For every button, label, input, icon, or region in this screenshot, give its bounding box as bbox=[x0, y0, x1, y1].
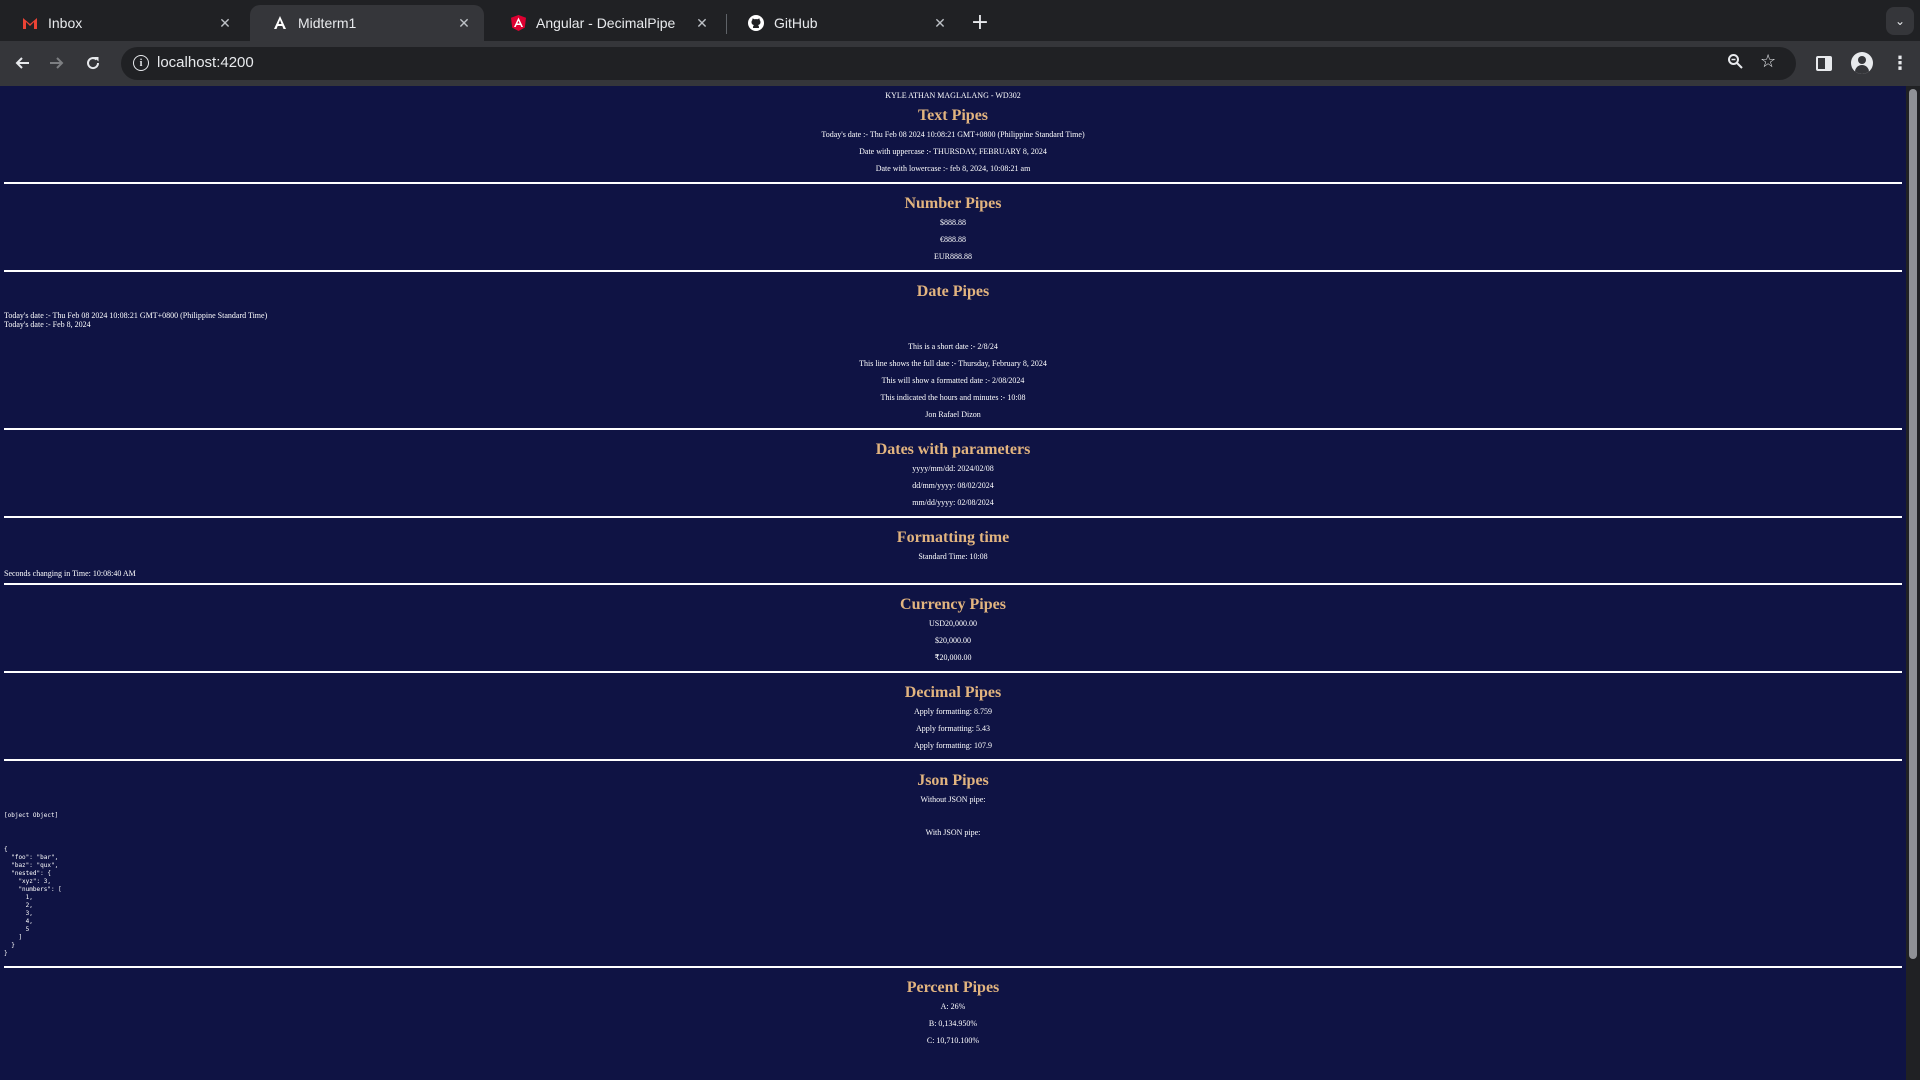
date-pipe-line: This is a short date :- 2/8/24 bbox=[908, 342, 998, 351]
back-button[interactable] bbox=[7, 48, 37, 78]
close-icon[interactable]: ✕ bbox=[694, 15, 710, 31]
site-info-icon[interactable]: i bbox=[133, 55, 149, 71]
seconds-time-line: Seconds changing in Time: 10:08:40 AM bbox=[4, 569, 136, 578]
text-pipes-heading: Text Pipes bbox=[917, 107, 989, 124]
forward-button[interactable] bbox=[42, 48, 72, 78]
text-pipe-line: Date with uppercase :- THURSDAY, FEBRUAR… bbox=[859, 147, 1047, 156]
currency-pipes-heading: Currency Pipes bbox=[900, 596, 1006, 613]
close-icon[interactable]: ✕ bbox=[217, 15, 233, 31]
date-pipe-left-line: Today's date :- Feb 8, 2024 bbox=[4, 320, 91, 329]
decimal-pipe-line: Apply formatting: 5.43 bbox=[916, 724, 990, 733]
percent-pipe-line: A: 26% bbox=[940, 1002, 966, 1011]
reload-button[interactable] bbox=[78, 48, 108, 78]
page-viewport: KYLE ATHAN MAGLALANG - WD302 Text Pipes … bbox=[0, 86, 1906, 1080]
bookmark-star-icon[interactable]: ☆ bbox=[1760, 51, 1776, 72]
tab-title: Midterm1 bbox=[298, 15, 357, 31]
decimal-pipe-line: Apply formatting: 107.9 bbox=[914, 741, 992, 750]
text-pipe-line: Today's date :- Thu Feb 08 2024 10:08:21… bbox=[821, 130, 1085, 139]
date-pipe-left-line: Today's date :- Thu Feb 08 2024 10:08:21… bbox=[4, 311, 268, 320]
number-pipes-heading: Number Pipes bbox=[904, 195, 1002, 212]
close-icon[interactable]: ✕ bbox=[932, 15, 948, 31]
browser-toolbar: i localhost:4200 ☆ ⋮ bbox=[0, 41, 1920, 86]
url-text[interactable]: localhost:4200 bbox=[157, 54, 254, 71]
decimal-pipe-line: Apply formatting: 8.759 bbox=[914, 707, 992, 716]
number-pipe-line: EUR888.88 bbox=[934, 252, 972, 261]
back-arrow-icon bbox=[15, 57, 29, 69]
more-menu-icon[interactable]: ⋮ bbox=[1890, 52, 1910, 74]
date-param-line: mm/dd/yyyy: 02/08/2024 bbox=[912, 498, 994, 507]
tab-inbox[interactable]: Inbox ✕ bbox=[0, 5, 245, 41]
date-pipe-line: This line shows the full date :- Thursda… bbox=[859, 359, 1047, 368]
new-tab-button[interactable]: + bbox=[966, 8, 994, 36]
tab-search-button[interactable]: ⌄ bbox=[1886, 7, 1914, 35]
gmail-icon bbox=[22, 15, 38, 31]
object-object-text: [object Object] bbox=[4, 812, 59, 819]
percent-pipe-line: C: 10,710.100% bbox=[926, 1036, 980, 1045]
tab-midterm1[interactable]: Midterm1 ✕ bbox=[250, 5, 484, 41]
currency-pipe-line: $20,000.00 bbox=[935, 636, 971, 645]
date-pipe-line: This will show a formatted date :- 2/08/… bbox=[881, 376, 1025, 385]
currency-pipe-line: USD20,000.00 bbox=[928, 619, 977, 628]
forward-arrow-icon bbox=[50, 57, 64, 69]
date-pipes-heading: Date Pipes bbox=[916, 283, 990, 300]
tab-strip: Inbox ✕ Midterm1 ✕ Angular - DecimalPipe… bbox=[0, 0, 1920, 41]
tab-title: GitHub bbox=[774, 15, 818, 31]
page-content: KYLE ATHAN MAGLALANG - WD302 Text Pipes … bbox=[0, 86, 1906, 1046]
github-icon bbox=[748, 15, 764, 31]
standard-time-line: Standard Time: 10:08 bbox=[918, 552, 988, 561]
text-pipe-line: Date with lowercase :- feb 8, 2024, 10:0… bbox=[875, 164, 1031, 173]
page-header: KYLE ATHAN MAGLALANG - WD302 bbox=[885, 91, 1021, 100]
json-output: { "foo": "bar", "baz": "qux", "nested": … bbox=[4, 846, 62, 957]
tab-github[interactable]: GitHub ✕ bbox=[726, 5, 960, 41]
number-pipe-line: €888.88 bbox=[940, 235, 966, 244]
vertical-scrollbar[interactable] bbox=[1906, 86, 1920, 1080]
percent-pipes-heading: Percent Pipes bbox=[906, 979, 1000, 996]
number-pipe-line: $888.88 bbox=[940, 218, 966, 227]
side-panel-icon[interactable] bbox=[1816, 56, 1832, 71]
decimal-pipes-heading: Decimal Pipes bbox=[904, 684, 1002, 701]
zoom-icon[interactable] bbox=[1727, 53, 1743, 73]
angular-icon bbox=[510, 15, 526, 31]
reload-icon bbox=[87, 57, 100, 70]
date-pipe-line: This indicated the hours and minutes :- … bbox=[880, 393, 1026, 402]
currency-pipe-line: ₹20,000.00 bbox=[934, 653, 972, 662]
tab-decimalpipe[interactable]: Angular - DecimalPipe ✕ bbox=[488, 5, 722, 41]
close-icon[interactable]: ✕ bbox=[456, 15, 472, 31]
address-bar[interactable]: i localhost:4200 ☆ bbox=[121, 47, 1796, 80]
without-json-label: Without JSON pipe: bbox=[920, 795, 986, 804]
profile-avatar-icon[interactable] bbox=[1851, 52, 1873, 74]
tab-title: Angular - DecimalPipe bbox=[536, 15, 676, 31]
json-pipes-heading: Json Pipes bbox=[917, 772, 989, 789]
with-json-label: With JSON pipe: bbox=[925, 828, 981, 837]
date-param-line: dd/mm/yyyy: 08/02/2024 bbox=[912, 481, 994, 490]
angular-icon bbox=[272, 15, 288, 31]
author-name: Jon Rafael Dizon bbox=[925, 410, 981, 419]
scrollbar-thumb[interactable] bbox=[1909, 89, 1917, 959]
percent-pipe-line: B: 0,134.950% bbox=[928, 1019, 978, 1028]
formatting-time-heading: Formatting time bbox=[896, 529, 1010, 546]
tab-title: Inbox bbox=[48, 15, 83, 31]
dates-with-parameters-heading: Dates with parameters bbox=[875, 441, 1031, 458]
date-param-line: yyyy/mm/dd: 2024/02/08 bbox=[912, 464, 994, 473]
